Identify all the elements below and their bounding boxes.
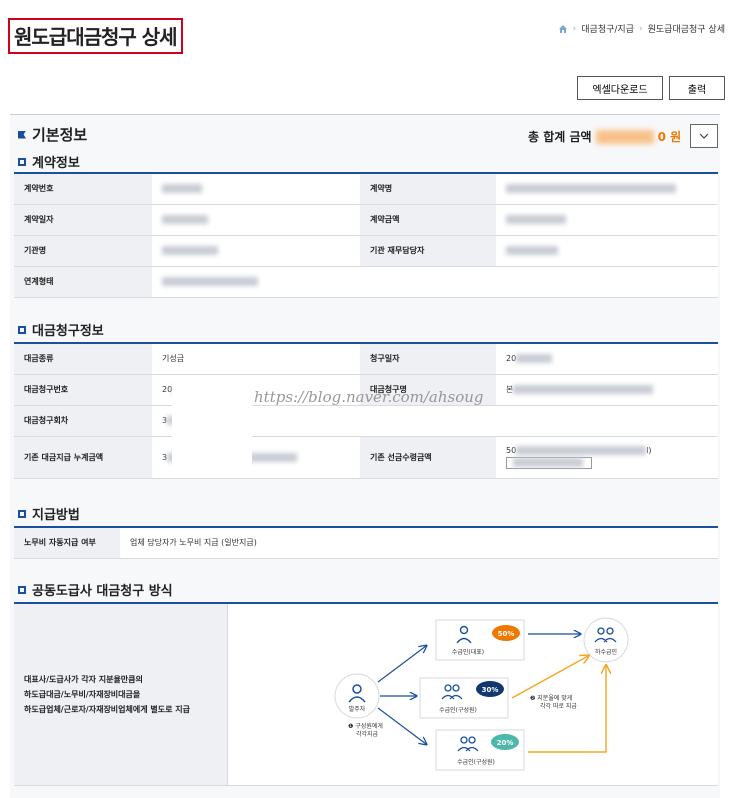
home-icon[interactable] (558, 24, 568, 34)
subcontractor-node: 하수급인 (583, 617, 629, 663)
member2-label: 수급인(구성원) (457, 758, 495, 766)
contract-table: 계약번호 계약명 계약일자 계약금액 기관명 기관 재무담당자 연계형태 (14, 172, 718, 298)
page-title: 원도급대금청구 상세 (8, 18, 183, 54)
advance-suffix: l) (646, 445, 652, 455)
field-label: 노무비 자동지급 여부 (14, 527, 120, 559)
print-button[interactable]: 출력 (669, 76, 725, 100)
step2-label: ❷ 지분율에 맞게 각각 따로 지급 (530, 694, 577, 710)
privacy-mask (376, 410, 526, 436)
table-row: 연계형태 (14, 266, 718, 298)
joint-heading: 공동도급사 대금청구 방식 (18, 580, 173, 599)
payment-title: 지급방법 (32, 508, 80, 523)
sub-label: 하수급인 (595, 648, 617, 656)
table-row: 노무비 자동지급 여부 업체 담당자가 노무비 지급 (일반지급) (14, 527, 718, 559)
field-label: 계약금액 (360, 204, 496, 236)
joint-title: 공동도급사 대금청구 방식 (32, 584, 173, 599)
member1-label: 수급인(구성원) (439, 706, 477, 714)
field-value (152, 235, 360, 267)
payment-table: 노무비 자동지급 여부 업체 담당자가 노무비 지급 (일반지급) (14, 526, 718, 559)
field-value: 본 (496, 374, 718, 406)
claim-date-prefix: 20 (506, 354, 517, 364)
contract-heading: 계약정보 (18, 152, 80, 171)
field-value (496, 235, 718, 267)
arrow (377, 707, 426, 744)
claim-title: 대금청구정보 (32, 324, 104, 339)
total-label: 총 합계 금액 (528, 130, 592, 144)
arrow (511, 656, 588, 699)
step1-label: ❶ 구성원에게 각각지급 (348, 722, 383, 738)
field-value: 업체 담당자가 노무비 지급 (일반지급) (120, 527, 718, 559)
table-row: 대금청구회차 3 (14, 405, 718, 437)
payment-flow-diagram: 발주자 수급인(대표) 50% 수급인(구성원) 30% 수급인(구성원) 20… (334, 617, 629, 771)
breadcrumb: › 대금청구/지급 › 원도급대금청구 상세 (558, 22, 725, 35)
field-value (152, 173, 360, 205)
advance-prefix: 50 (506, 445, 517, 455)
joint-diagram-area: 발주자 수급인(대표) 50% 수급인(구성원) 30% 수급인(구성원) 20… (228, 604, 718, 785)
field-value (496, 204, 718, 236)
table-row: 기존 대금지급 누계금액 3 기존 선금수령금액 50 l) (14, 436, 718, 479)
total-amount: 총 합계 금액 0 원 (528, 128, 681, 145)
member-contractor-node: 수급인(구성원) 30% (419, 677, 509, 719)
breadcrumb-item[interactable]: 대금청구/지급 (581, 22, 634, 35)
table-row: 계약일자 계약금액 (14, 204, 718, 236)
orderer-node: 발주자 (334, 673, 380, 719)
field-label: 대금종류 (14, 343, 152, 375)
breadcrumb-separator: › (639, 23, 643, 34)
field-label: 계약명 (360, 173, 496, 205)
chevron-down-icon (699, 133, 709, 139)
breadcrumb-separator: › (572, 23, 577, 34)
field-value (152, 204, 360, 236)
field-value: 기성금 (152, 343, 360, 375)
field-label: 대금청구회차 (14, 405, 152, 437)
joint-description: 대표사/도급사가 각자 지분율만큼의 하도급대금/노무비/자재장비대금을 하도급… (14, 604, 228, 785)
basic-info-heading: 기본정보 (18, 124, 87, 145)
member-contractor-node: 수급인(구성원) 20% (435, 729, 525, 771)
masked-amount (595, 129, 654, 144)
table-row: 기관명 기관 재무담당자 (14, 235, 718, 267)
field-label: 기관명 (14, 235, 152, 267)
field-value: 50 l) (496, 436, 718, 479)
contract-title: 계약정보 (32, 156, 80, 171)
section-icon (18, 325, 26, 334)
field-label: 대금청구번호 (14, 374, 152, 406)
pct-m2: 20% (497, 739, 514, 747)
excel-download-button[interactable]: 엑셀다운로드 (577, 76, 663, 100)
collapse-toggle-button[interactable] (690, 124, 718, 148)
field-label: 청구일자 (360, 343, 496, 375)
table-row: 대금종류 기성금 청구일자 20 (14, 343, 718, 375)
field-value (496, 173, 718, 205)
pct-rep: 50% (498, 630, 515, 638)
orderer-label: 발주자 (349, 705, 366, 713)
field-value (152, 266, 718, 298)
rep-label: 수급인(대표) (452, 648, 484, 656)
section-icon (18, 157, 26, 166)
pct-m1: 30% (482, 686, 499, 694)
flag-icon (18, 130, 26, 139)
field-label: 계약번호 (14, 173, 152, 205)
field-label: 계약일자 (14, 204, 152, 236)
table-row: 계약번호 계약명 (14, 173, 718, 205)
field-label: 기존 대금지급 누계금액 (14, 436, 152, 479)
watermark: https://blog.naver.com/ahsoug (254, 388, 484, 406)
basic-info-title: 기본정보 (32, 126, 88, 144)
field-label: 기관 재무담당자 (360, 235, 496, 267)
claim-heading: 대금청구정보 (18, 320, 104, 339)
field-value: 20 (496, 343, 718, 375)
total-amount-value: 0 원 (657, 130, 682, 144)
section-icon (18, 585, 26, 594)
arrow (377, 646, 426, 683)
field-label: 기존 선금수령금액 (360, 436, 496, 479)
breadcrumb-item-current: 원도급대금청구 상세 (647, 25, 725, 35)
payment-heading: 지급방법 (18, 504, 80, 523)
field-label: 연계형태 (14, 266, 152, 298)
claim-name-prefix: 본 (506, 385, 514, 394)
privacy-mask (172, 380, 252, 478)
section-icon (18, 509, 26, 518)
rep-contractor-node: 수급인(대표) 50% (435, 619, 525, 661)
claim-table: 대금종류 기성금 청구일자 20 대금청구번호 20 대금청구명 본 대금청구회… (14, 342, 718, 479)
advance-detail-box[interactable] (506, 456, 592, 469)
joint-method-area: 대표사/도급사가 각자 지분율만큼의 하도급대금/노무비/자재장비대금을 하도급… (14, 602, 718, 786)
claim-no-prefix: 20 (162, 385, 173, 394)
